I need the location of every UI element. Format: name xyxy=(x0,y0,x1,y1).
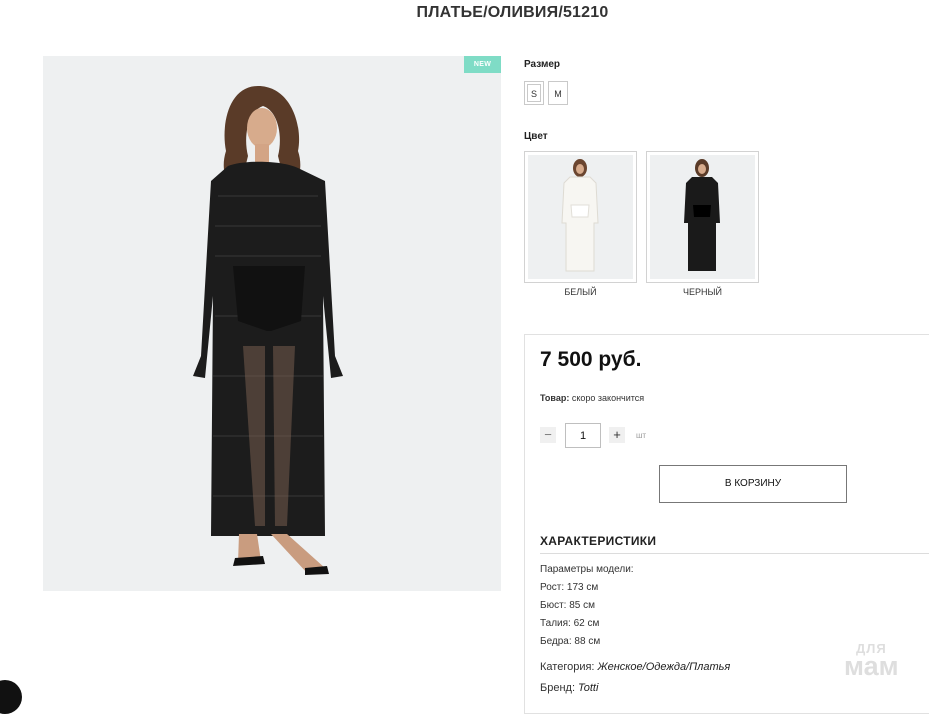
model-figure-illustration xyxy=(43,56,501,591)
white-dress-thumbnail xyxy=(528,155,633,279)
add-to-cart-button[interactable]: В КОРЗИНУ xyxy=(659,465,847,503)
qty-minus-button[interactable]: − xyxy=(540,427,556,443)
category-row: Категория: Женское/Одежда/Платья xyxy=(540,661,730,673)
characteristics-title: ХАРАКТЕРИСТИКИ xyxy=(540,534,657,548)
purchase-panel xyxy=(524,334,929,714)
brand-label: Бренд: xyxy=(540,682,576,694)
spec-line: Рост: 173 см xyxy=(540,582,599,593)
category-label: Категория: xyxy=(540,661,595,673)
spec-line: Талия: 62 см xyxy=(540,618,600,629)
color-label: Цвет xyxy=(524,131,548,142)
price: 7 500 руб. xyxy=(540,348,642,371)
qty-plus-button[interactable]: + xyxy=(609,427,625,443)
spec-line: Параметры модели: xyxy=(540,564,634,575)
stock-status: Товар: скоро закончится xyxy=(540,393,644,403)
black-dress-thumbnail xyxy=(650,155,755,279)
stock-label: Товар: xyxy=(540,393,570,403)
spec-line: Бедра: 88 см xyxy=(540,636,601,647)
size-option-s[interactable]: S xyxy=(524,81,544,105)
stock-value: скоро закончится xyxy=(571,393,645,403)
color-swatch-black[interactable] xyxy=(646,151,759,283)
color-swatch-white[interactable] xyxy=(524,151,637,283)
color-name-black: ЧЕРНЫЙ xyxy=(683,287,722,297)
new-badge: NEW xyxy=(464,56,501,73)
product-title: ПЛАТЬЕ/ОЛИВИЯ/51210 xyxy=(416,4,609,21)
corner-widget-icon[interactable] xyxy=(0,680,22,714)
brand-link[interactable]: Totti xyxy=(578,682,598,694)
qty-input[interactable] xyxy=(565,423,601,448)
size-label: Размер xyxy=(524,59,561,70)
brand-row: Бренд: Totti xyxy=(540,682,598,694)
divider xyxy=(540,553,929,554)
color-name-white: БЕЛЫЙ xyxy=(564,287,597,297)
size-option-m[interactable]: M xyxy=(548,81,568,105)
qty-unit: шт xyxy=(636,431,647,440)
product-photo[interactable] xyxy=(43,56,501,591)
spec-line: Бюст: 85 см xyxy=(540,600,595,611)
category-link[interactable]: Женское/Одежда/Платья xyxy=(597,661,730,673)
